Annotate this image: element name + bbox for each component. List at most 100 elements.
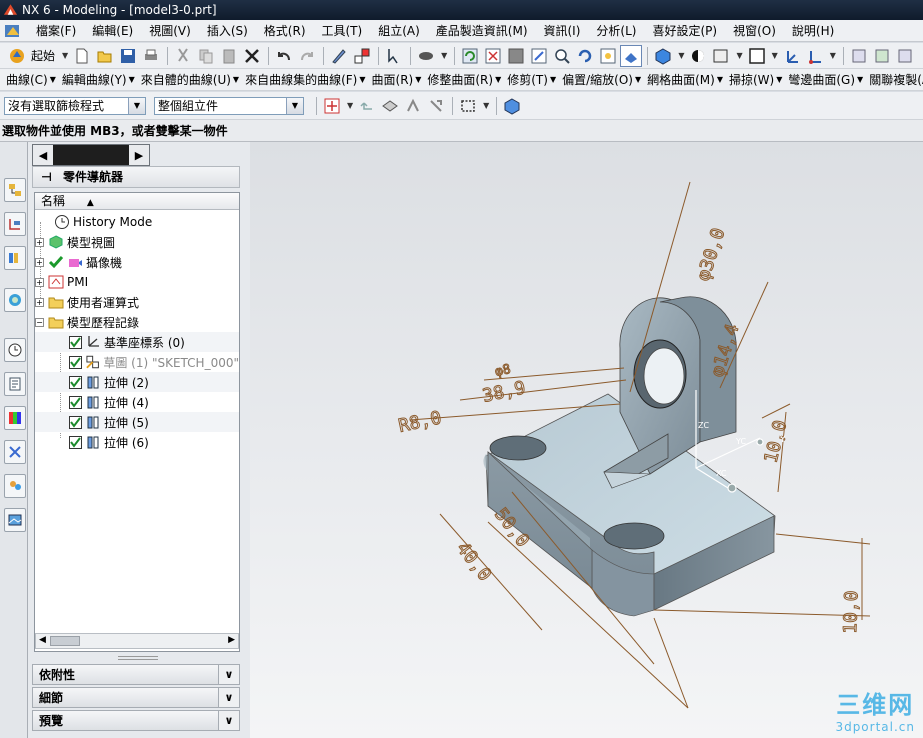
visibility-checkbox[interactable] bbox=[69, 435, 82, 449]
curve-dropdown-icon[interactable]: ▼ bbox=[50, 75, 56, 84]
model-viewport-canvas[interactable]: φ30,0 φ14,4 R8,0 38,9 φ8 10,0 40,0 50,0 … bbox=[250, 142, 923, 738]
menu-file[interactable]: 檔案(F) bbox=[28, 22, 84, 39]
scrollbar-thumb[interactable] bbox=[50, 636, 80, 646]
menu-assemblies[interactable]: 組立(A) bbox=[370, 22, 428, 39]
trim-dropdown-icon[interactable]: ▼ bbox=[550, 75, 556, 84]
menu-tools[interactable]: 工具(T) bbox=[314, 22, 371, 39]
layer-visible-icon[interactable] bbox=[894, 45, 916, 67]
select-body-icon[interactable] bbox=[379, 95, 401, 117]
visibility-checkbox[interactable] bbox=[69, 395, 82, 409]
tree-node-sketch[interactable]: 草圖 (1) "SKETCH_000" bbox=[35, 352, 239, 372]
background-dropdown-icon[interactable]: ▼ bbox=[736, 51, 742, 60]
curve-menu[interactable]: 曲線(C) bbox=[6, 71, 48, 88]
system-visualization-icon[interactable] bbox=[4, 508, 26, 532]
delete-icon[interactable] bbox=[241, 45, 263, 67]
web-browser-icon[interactable] bbox=[4, 288, 26, 312]
associative-copy-menu[interactable]: 關聯複製(A) bbox=[869, 71, 923, 88]
chevron-down-icon[interactable]: ∨ bbox=[218, 710, 240, 731]
menu-preferences[interactable]: 喜好設定(P) bbox=[644, 22, 725, 39]
wcs-icon[interactable] bbox=[781, 45, 803, 67]
print-icon[interactable] bbox=[140, 45, 162, 67]
assembly-navigator-icon[interactable] bbox=[4, 178, 26, 202]
app-icon[interactable] bbox=[4, 23, 22, 39]
graphics-window[interactable]: φ30,0 φ14,4 R8,0 38,9 φ8 10,0 40,0 50,0 … bbox=[250, 142, 923, 738]
menu-help[interactable]: 說明(H) bbox=[784, 22, 842, 39]
history-icon[interactable] bbox=[4, 338, 26, 362]
chevron-down-icon[interactable]: ∨ bbox=[218, 687, 240, 708]
wcs-origin-icon[interactable] bbox=[804, 45, 826, 67]
panel-splitter[interactable] bbox=[118, 656, 158, 660]
rectangle-select-dropdown-icon[interactable]: ▼ bbox=[483, 101, 489, 110]
undo-icon[interactable] bbox=[273, 45, 295, 67]
trim-menu[interactable]: 修剪(T) bbox=[507, 71, 548, 88]
curve-from-curves-dropdown-icon[interactable]: ▼ bbox=[359, 75, 365, 84]
name-column-header[interactable]: 名稱 ▲ bbox=[35, 193, 239, 210]
trim-surface-menu[interactable]: 修整曲面(R) bbox=[427, 71, 493, 88]
start-dropdown-icon[interactable]: ▼ bbox=[62, 51, 68, 60]
view-orientation-dropdown-icon[interactable]: ▼ bbox=[678, 51, 684, 60]
selection-scope-select[interactable]: 整個組立件 ▼ bbox=[154, 96, 304, 115]
offset-scale-dropdown-icon[interactable]: ▼ bbox=[635, 75, 641, 84]
scroll-left-arrow-icon[interactable]: ◀ bbox=[39, 635, 46, 645]
menu-edit[interactable]: 編輯(E) bbox=[84, 22, 141, 39]
rotate-icon[interactable] bbox=[574, 45, 596, 67]
visibility-checkbox[interactable] bbox=[69, 335, 82, 349]
collapse-icon[interactable]: − bbox=[35, 317, 44, 327]
type-filter-select[interactable]: 沒有選取篩檢程式 ▼ bbox=[4, 96, 146, 115]
transform-icon[interactable] bbox=[351, 45, 373, 67]
curve-from-curves-menu[interactable]: 來自曲線集的曲線(F) bbox=[245, 71, 357, 88]
tree-node-datum-csys[interactable]: 基準座標系 (0) bbox=[35, 332, 239, 352]
process-studio-icon[interactable] bbox=[4, 440, 26, 464]
menu-information[interactable]: 資訊(I) bbox=[536, 22, 589, 39]
start-icon[interactable] bbox=[6, 45, 28, 67]
refresh-icon[interactable] bbox=[459, 45, 481, 67]
select-face-icon[interactable] bbox=[425, 95, 447, 117]
offset-scale-menu[interactable]: 偏置/縮放(O) bbox=[562, 71, 633, 88]
wcs-dropdown-icon[interactable]: ▼ bbox=[830, 51, 836, 60]
roles-icon[interactable] bbox=[4, 474, 26, 498]
scroll-right-icon[interactable]: ▶ bbox=[129, 145, 149, 165]
render-style-icon[interactable] bbox=[687, 45, 709, 67]
menu-window[interactable]: 視窗(O) bbox=[725, 22, 784, 39]
new-file-icon[interactable] bbox=[71, 45, 93, 67]
curve-from-body-dropdown-icon[interactable]: ▼ bbox=[233, 75, 239, 84]
chevron-down-icon[interactable]: ▼ bbox=[286, 97, 303, 114]
flange-surface-menu[interactable]: 彎邊曲面(G) bbox=[788, 71, 855, 88]
color-dropdown-icon[interactable]: ▼ bbox=[772, 51, 778, 60]
save-icon[interactable] bbox=[117, 45, 139, 67]
redo-icon[interactable] bbox=[296, 45, 318, 67]
tree-node-history-mode[interactable]: History Mode bbox=[41, 212, 237, 232]
menu-format[interactable]: 格式(R) bbox=[256, 22, 314, 39]
sweep-menu[interactable]: 掃掠(W) bbox=[729, 71, 774, 88]
copy-icon[interactable] bbox=[195, 45, 217, 67]
visibility-checkbox[interactable] bbox=[69, 375, 82, 389]
start-button[interactable]: 起始 bbox=[31, 47, 55, 64]
menu-pmi[interactable]: 產品製造資訊(M) bbox=[428, 22, 536, 39]
mesh-surface-dropdown-icon[interactable]: ▼ bbox=[717, 75, 723, 84]
menu-view[interactable]: 視圖(V) bbox=[141, 22, 199, 39]
expand-icon[interactable]: + bbox=[35, 277, 44, 287]
tree-node-user-expressions[interactable]: + 使用者運算式 bbox=[35, 292, 235, 312]
tree-node-extrude-6[interactable]: 拉伸 (6) bbox=[35, 432, 239, 452]
fit-icon[interactable] bbox=[482, 45, 504, 67]
edit-curve-dropdown-icon[interactable]: ▼ bbox=[129, 75, 135, 84]
rectangle-select-icon[interactable] bbox=[457, 95, 479, 117]
tree-node-pmi[interactable]: + PMI bbox=[35, 272, 235, 292]
select-solid-icon[interactable] bbox=[501, 95, 523, 117]
menu-analysis[interactable]: 分析(L) bbox=[588, 22, 644, 39]
expand-icon[interactable]: + bbox=[35, 237, 44, 247]
selection-icon[interactable] bbox=[383, 45, 405, 67]
sweep-dropdown-icon[interactable]: ▼ bbox=[776, 75, 782, 84]
mesh-surface-menu[interactable]: 網格曲面(M) bbox=[647, 71, 715, 88]
sort-ascending-icon[interactable]: ▲ bbox=[87, 198, 94, 208]
layer-settings-icon[interactable] bbox=[871, 45, 893, 67]
tree-node-cameras[interactable]: + 攝像機 bbox=[35, 252, 235, 272]
horizontal-scrollbar[interactable]: ◀ ▶ bbox=[35, 633, 239, 649]
background-icon[interactable] bbox=[710, 45, 732, 67]
edit-object-icon[interactable] bbox=[328, 45, 350, 67]
trim-surface-dropdown-icon[interactable]: ▼ bbox=[495, 75, 501, 84]
select-back-icon[interactable] bbox=[356, 95, 378, 117]
view-orientation-icon[interactable] bbox=[652, 45, 674, 67]
tree-node-extrude-2[interactable]: 拉伸 (2) bbox=[35, 372, 239, 392]
curve-from-body-menu[interactable]: 來自體的曲線(U) bbox=[141, 71, 231, 88]
